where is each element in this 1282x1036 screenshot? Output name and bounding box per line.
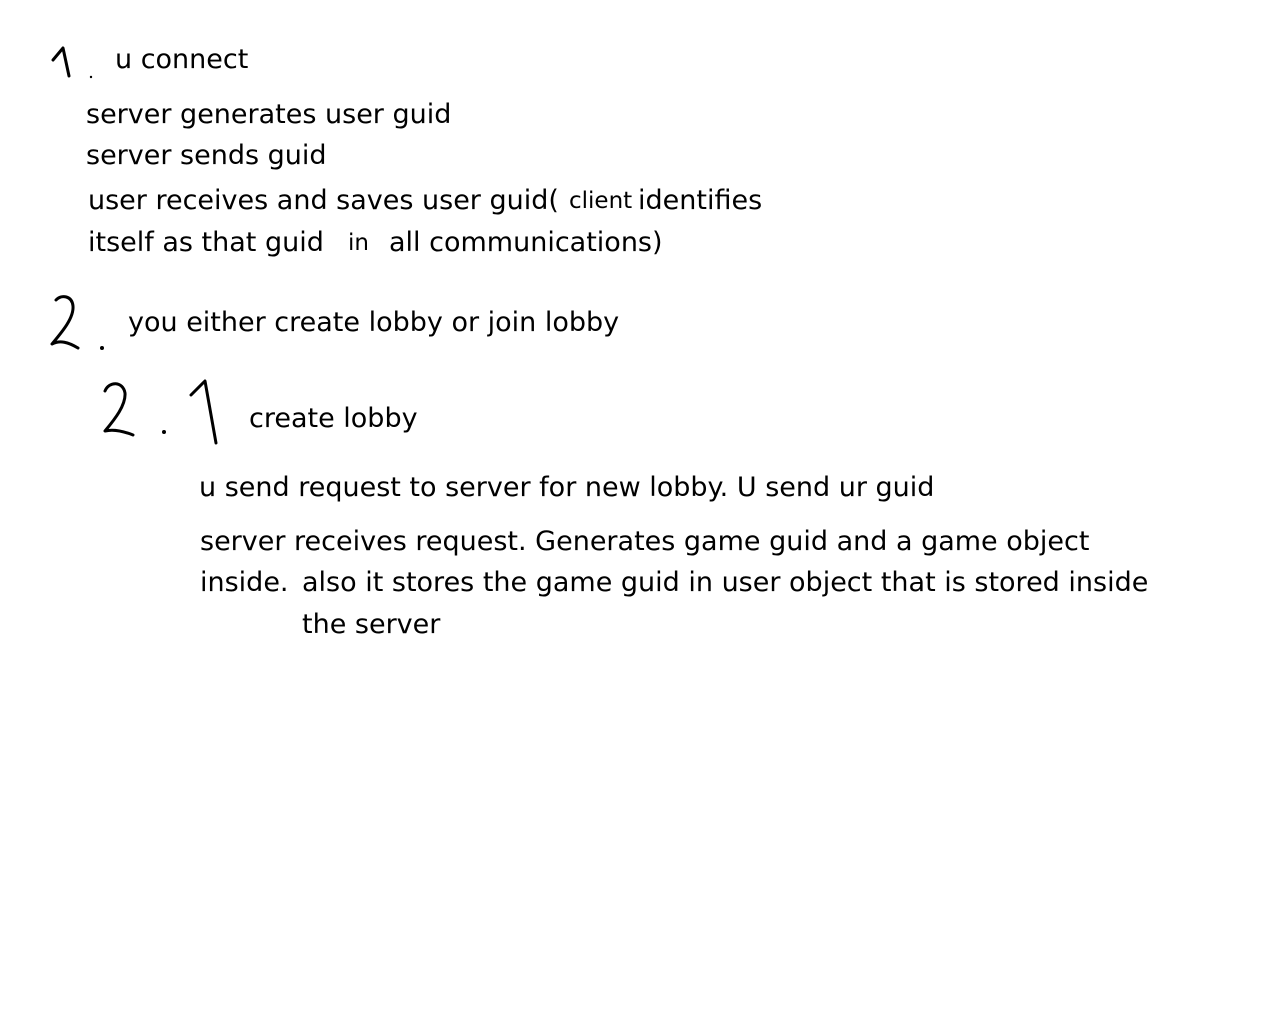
step-number-2-1-text: 2.1 [0,0,1,1]
section2-1-line3-part1: inside. [200,567,289,598]
section2-1-title: create lobby [249,403,418,434]
section1-line1: server generates user guid [86,99,452,130]
section1-line4-part2: all communications) [389,227,663,258]
handwritten-number-1 [51,46,93,79]
step-number-2-text: 2. [0,0,1,1]
section1-line3-client: client [569,188,633,214]
section1-line3-part1: user receives and saves user guid( [88,185,559,216]
section1-title: u connect [115,44,249,75]
paint-canvas: 1. u connect server generates user guid … [0,0,1282,1036]
section2-1-line3-part2: also it stores the game guid in user obj… [302,567,1149,598]
section2-title: you either create lobby or join lobby [128,307,620,338]
section2-1-line4: the server [302,609,441,640]
section1-line2: server sends guid [86,140,327,171]
step-number-1-text: 1. [0,0,1,1]
section1-line4-in: in [348,230,369,256]
section1-line4-part1: itself as that guid [88,227,324,258]
handwritten-number-2-1 [103,379,218,445]
section2-1-line1: u send request to server for new lobby. … [199,472,935,503]
section2-1-line2: server receives request. Generates game … [200,526,1090,557]
handwritten-number-2 [50,295,104,350]
section1-line3-part2: identifies [638,185,763,216]
